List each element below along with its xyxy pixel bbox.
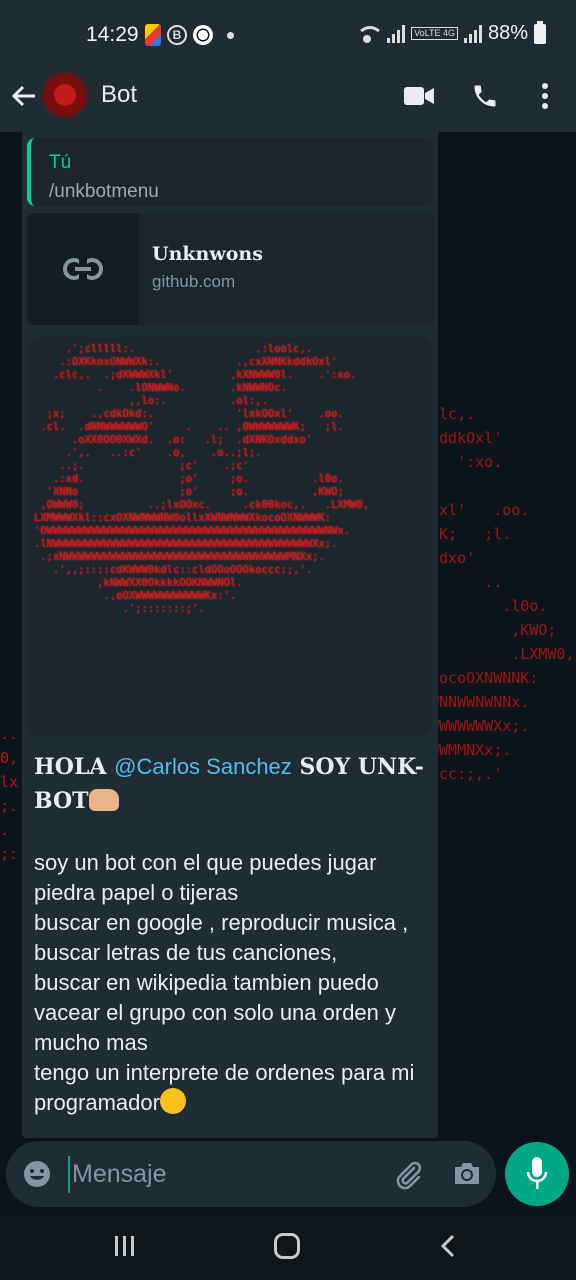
message-line-last: tengo un interprete de ordenes para mi p… bbox=[34, 1058, 430, 1118]
greeting-line: HOLA @Carlos Sanchez SOY UNK-BOT bbox=[34, 750, 430, 818]
message-bubble[interactable]: Tú /unkbotmenu Unknwons github.com .';cl… bbox=[22, 132, 438, 1138]
fist-bump-emoji-icon bbox=[88, 789, 119, 811]
recent-apps-icon[interactable] bbox=[113, 1234, 137, 1258]
chat-title[interactable]: Bot bbox=[101, 81, 137, 109]
system-status-icons: VoLTE 4G 88% bbox=[355, 20, 546, 45]
text-caret bbox=[68, 1156, 70, 1193]
microphone-icon bbox=[526, 1157, 548, 1189]
greeting-prefix: HOLA bbox=[34, 754, 115, 780]
wallpaper-ascii-art: olc,. xddkOxl' ':xo. xl' .oo. NK; ;l. dd… bbox=[430, 405, 575, 783]
status-bar: 14:29 B VoLTE 4G 88% bbox=[0, 0, 576, 70]
camera-icon[interactable] bbox=[452, 1159, 482, 1187]
notification-icons: B bbox=[145, 24, 234, 46]
attach-paperclip-icon[interactable] bbox=[392, 1158, 424, 1190]
message-composer bbox=[6, 1141, 496, 1207]
grinning-emoji-icon bbox=[159, 1088, 186, 1114]
link-title: Unknwons bbox=[152, 243, 263, 265]
message-line-text: tengo un interprete de ordenes para mi p… bbox=[34, 1060, 415, 1115]
message-line: buscar en google , reproducir musica , b… bbox=[34, 910, 409, 965]
wallpaper-ascii-art-left: .. 0, lx ;. . ;: bbox=[0, 725, 19, 863]
chat-area[interactable]: olc,. xddkOxl' ':xo. xl' .oo. NK; ;l. dd… bbox=[0, 132, 576, 1138]
quoted-text: /unkbotmenu bbox=[49, 181, 159, 202]
signal-2-icon bbox=[463, 24, 482, 43]
ascii-skull-art: .';clllll:. .:loolc,. .:OXKkoxONWWXk:. .… bbox=[34, 343, 370, 615]
battery-percent: 88% bbox=[487, 22, 528, 44]
voice-call-icon[interactable] bbox=[471, 82, 499, 110]
soccer-ball-icon bbox=[193, 25, 213, 45]
link-icon bbox=[63, 258, 103, 280]
battery-icon bbox=[534, 20, 546, 44]
volte-4g-icon: VoLTE 4G bbox=[411, 27, 458, 40]
back-arrow-icon[interactable] bbox=[10, 82, 38, 110]
nav-back-icon[interactable] bbox=[438, 1234, 458, 1258]
ascii-art-image[interactable]: .';clllll:. .:loolc,. .:OXKkoxONWWXk:. .… bbox=[28, 337, 432, 737]
message-line: soy un bot con el que puedes jugar piedr… bbox=[34, 850, 377, 905]
video-call-icon[interactable] bbox=[404, 85, 434, 107]
mention-link[interactable]: @Carlos Sanchez bbox=[114, 754, 292, 779]
message-text: HOLA @Carlos Sanchez SOY UNK-BOT soy un … bbox=[34, 750, 430, 1118]
b-app-icon: B bbox=[167, 25, 187, 45]
home-icon[interactable] bbox=[274, 1233, 300, 1259]
voice-message-button[interactable] bbox=[505, 1142, 569, 1206]
emoji-icon[interactable] bbox=[22, 1159, 52, 1189]
quoted-author: Tú bbox=[49, 152, 72, 173]
link-preview[interactable]: Unknwons github.com bbox=[27, 213, 435, 325]
wifi-icon bbox=[355, 24, 385, 44]
link-domain: github.com bbox=[152, 272, 236, 291]
more-notifications-dot-icon bbox=[227, 31, 234, 39]
contact-avatar[interactable] bbox=[40, 70, 90, 120]
quoted-message[interactable]: Tú /unkbotmenu bbox=[27, 138, 433, 206]
app-notification-icon bbox=[145, 24, 161, 46]
signal-icon bbox=[387, 24, 406, 43]
message-line: buscar en wikipedia tambien puedo vacear… bbox=[34, 970, 397, 1055]
link-thumbnail bbox=[27, 213, 139, 325]
status-time: 14:29 bbox=[86, 23, 139, 46]
system-navigation-bar bbox=[0, 1212, 576, 1280]
message-input[interactable] bbox=[72, 1153, 372, 1195]
chat-header: Bot bbox=[0, 70, 576, 132]
more-options-icon[interactable] bbox=[540, 82, 550, 110]
message-body: soy un bot con el que puedes jugar piedr… bbox=[34, 848, 430, 1118]
